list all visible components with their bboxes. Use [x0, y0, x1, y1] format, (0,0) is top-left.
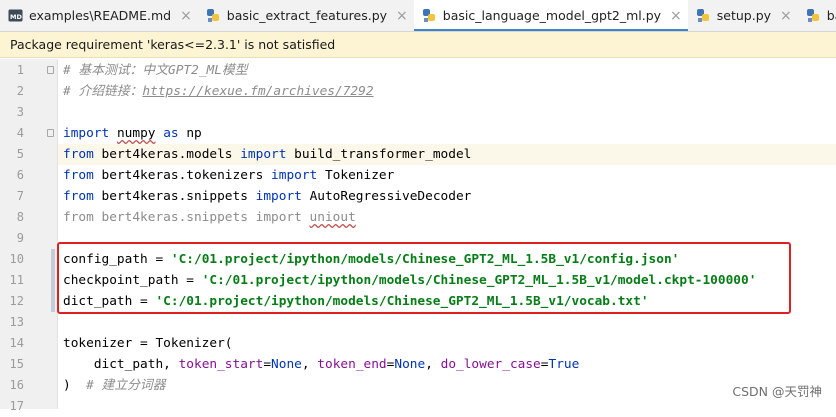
keyword: from	[63, 147, 94, 162]
code-text: bert4keras.tokenizers	[93, 168, 272, 183]
fold-marker-icon[interactable]	[47, 66, 54, 74]
code-text: dict_path,	[63, 357, 179, 372]
line-number: 12	[9, 294, 24, 308]
comment-link[interactable]: https://kexue.fm/archives/7292	[142, 84, 373, 99]
code-line-7[interactable]: from bert4keras.snippets import AutoRegr…	[63, 186, 471, 207]
line-number: 2	[16, 84, 24, 98]
code-line-2[interactable]: # 介绍链接：https://kexue.fm/archives/7292	[63, 81, 374, 102]
line-number: 8	[16, 210, 24, 224]
tab-label: setup.py	[716, 8, 772, 23]
tab-basic-language-truncated[interactable]: basic_languag	[798, 0, 836, 31]
code-line-4[interactable]: import numpy as np	[63, 123, 202, 144]
comment: # 建立分词器	[86, 378, 166, 393]
line-number: 17	[9, 399, 24, 413]
fold-marker-icon[interactable]	[47, 129, 54, 137]
tab-label: basic_languag	[826, 8, 836, 23]
python-file-icon	[206, 8, 221, 23]
line-number: 1	[16, 63, 24, 77]
markdown-file-icon: MD	[8, 8, 23, 23]
code-text: AutoRegressiveDecoder	[301, 189, 472, 204]
code-text: ,	[301, 357, 318, 372]
line-number: 13	[9, 315, 24, 329]
comment: #	[63, 84, 79, 99]
line-number: 14	[9, 336, 24, 350]
keyword-argument: token_start	[178, 357, 264, 372]
close-icon[interactable]: ×	[180, 8, 192, 24]
unused-import: uniout	[309, 210, 356, 225]
keyword: as	[155, 126, 187, 141]
vcs-change-marker[interactable]	[51, 249, 55, 312]
tab-label: basic_extract_features.py	[226, 8, 388, 23]
gutter-divider	[57, 59, 58, 409]
comment: 基本测试：中文GPT2_ML模型	[78, 63, 248, 78]
code-text: bert4keras.snippets	[93, 189, 256, 204]
comment: #	[63, 63, 79, 78]
python-file-icon	[696, 8, 711, 23]
svg-text:MD: MD	[10, 13, 22, 21]
keyword: None	[394, 357, 426, 372]
tab-basic-language-model-gpt2-ml[interactable]: basic_language_model_gpt2_ml.py ×	[413, 0, 688, 31]
code-text: numpy	[116, 126, 156, 141]
code-text: Tokenizer	[317, 168, 395, 183]
keyword-argument: do_lower_case	[440, 357, 541, 372]
line-number: 5	[16, 147, 24, 161]
code-line-6[interactable]: from bert4keras.tokenizers import Tokeni…	[63, 165, 394, 186]
code-text: )	[63, 378, 87, 393]
keyword-argument: token_end	[317, 357, 387, 372]
code-line-15[interactable]: dict_path, token_start=None, token_end=N…	[63, 354, 580, 375]
code-text: build_transformer_model	[286, 147, 472, 162]
keyword: import	[240, 147, 287, 162]
line-number: 10	[9, 252, 24, 266]
keyword: True	[548, 357, 580, 372]
editor-tab-bar: MD examples\README.md × basic_extract_fe…	[0, 0, 836, 32]
line-number: 15	[9, 357, 24, 371]
close-icon[interactable]: ×	[780, 8, 792, 24]
tab-label: basic_language_model_gpt2_ml.py	[442, 8, 662, 23]
line-number: 9	[16, 231, 24, 245]
code-text: =	[263, 357, 272, 372]
keyword: from	[63, 168, 94, 183]
code-line-8[interactable]: from bert4keras.snippets import uniout	[63, 207, 356, 228]
code-text: ,	[425, 357, 441, 372]
line-number: 4	[16, 126, 24, 140]
line-number: 16	[9, 378, 24, 392]
line-number: 6	[16, 168, 24, 182]
close-icon[interactable]: ×	[670, 8, 682, 24]
tab-readme-md[interactable]: MD examples\README.md ×	[0, 0, 198, 31]
keyword: from	[63, 189, 94, 204]
line-number: 11	[9, 273, 24, 287]
code-line-1[interactable]: # 基本测试：中文GPT2_ML模型	[63, 60, 248, 81]
keyword: None	[271, 357, 302, 372]
package-requirement-banner: Package requirement 'keras<=2.3.1' is no…	[0, 32, 836, 58]
comment: 介绍链接：	[78, 84, 143, 99]
code-text: =	[540, 357, 549, 372]
code-text: np	[186, 126, 202, 141]
csdn-watermark: CSDN @天罚神	[732, 384, 822, 399]
keyword: import	[63, 126, 110, 141]
unused-import: from bert4keras.snippets import	[63, 210, 310, 225]
code-text: tokenizer = Tokenizer(	[63, 336, 233, 351]
keyword: import	[255, 189, 302, 204]
close-icon[interactable]: ×	[396, 8, 408, 24]
code-line-5[interactable]: from bert4keras.models import build_tran…	[63, 144, 471, 165]
tab-setup-py[interactable]: setup.py ×	[688, 0, 798, 31]
code-line-16[interactable]: ) # 建立分词器	[63, 375, 166, 396]
line-number: 3	[16, 105, 24, 119]
python-file-icon	[806, 8, 821, 23]
keyword: import	[271, 168, 318, 183]
tab-label: examples\README.md	[29, 8, 172, 23]
path-highlight-box	[57, 242, 791, 314]
python-file-icon	[422, 8, 437, 23]
line-number: 7	[16, 189, 24, 203]
code-text: bert4keras.models	[93, 147, 241, 162]
code-line-14[interactable]: tokenizer = Tokenizer(	[63, 333, 233, 354]
tab-basic-extract-features[interactable]: basic_extract_features.py ×	[198, 0, 414, 31]
